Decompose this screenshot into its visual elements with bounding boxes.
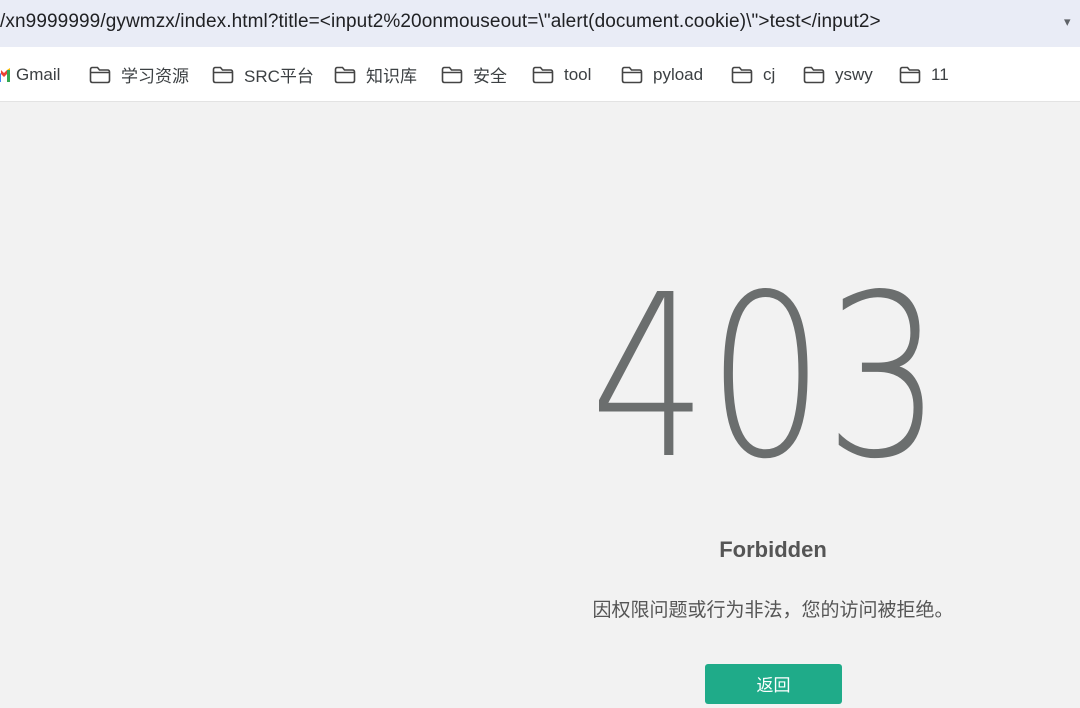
- bookmark-label: tool: [564, 64, 592, 84]
- bookmark-label: 安全: [473, 67, 507, 86]
- folder-icon: [731, 66, 753, 84]
- address-bar[interactable]: /xn9999999/gywmzx/index.html?title=<inpu…: [0, 0, 1080, 47]
- url-text[interactable]: /xn9999999/gywmzx/index.html?title=<inpu…: [0, 11, 881, 33]
- bookmark-label: 知识库: [366, 67, 417, 86]
- folder-icon: [621, 66, 643, 84]
- bookmark-folder-tool[interactable]: tool: [532, 47, 591, 102]
- bookmark-folder-knowledge[interactable]: 知识库: [334, 47, 417, 102]
- bookmark-folder-src[interactable]: SRC平台: [212, 47, 314, 102]
- bookmarks-bar: Gmail 学习资源 SRC平台 知识库 安全 tool pyload cj y…: [0, 47, 1080, 102]
- bookmark-label: yswy: [835, 64, 873, 84]
- bookmark-label: 学习资源: [121, 67, 189, 86]
- folder-icon: [334, 66, 356, 84]
- folder-icon: [532, 66, 554, 84]
- folder-icon: [899, 66, 921, 84]
- bookmark-label: SRC平台: [244, 67, 314, 86]
- bookmark-folder-security[interactable]: 安全: [441, 47, 507, 102]
- folder-icon: [89, 66, 111, 84]
- error-code-graphic: 403: [590, 277, 942, 467]
- bookmark-label: pyload: [653, 64, 704, 84]
- folder-icon: [803, 66, 825, 84]
- bookmark-folder-yswy[interactable]: yswy: [803, 47, 873, 102]
- bookmark-label: Gmail: [16, 64, 61, 84]
- bookmark-folder-study[interactable]: 学习资源: [89, 47, 189, 102]
- bookmark-folder-cj[interactable]: cj: [731, 47, 775, 102]
- error-title: Forbidden: [719, 537, 827, 562]
- folder-icon: [441, 66, 463, 84]
- error-code: 403: [590, 277, 942, 467]
- chevron-down-icon[interactable]: ▾: [1064, 14, 1071, 30]
- bookmark-folder-pyload[interactable]: pyload: [621, 47, 703, 102]
- bookmark-label: cj: [763, 64, 776, 84]
- bookmark-folder-11[interactable]: 11: [899, 47, 949, 102]
- back-button[interactable]: 返回: [705, 664, 842, 704]
- bookmark-label: 11: [931, 64, 949, 84]
- bookmark-gmail[interactable]: Gmail: [0, 47, 60, 102]
- gmail-icon: [0, 67, 10, 82]
- error-message: 因权限问题或行为非法，您的访问被拒绝。: [592, 600, 954, 621]
- error-page: 403 Forbidden 因权限问题或行为非法，您的访问被拒绝。 返回: [0, 102, 1080, 704]
- folder-icon: [212, 66, 234, 84]
